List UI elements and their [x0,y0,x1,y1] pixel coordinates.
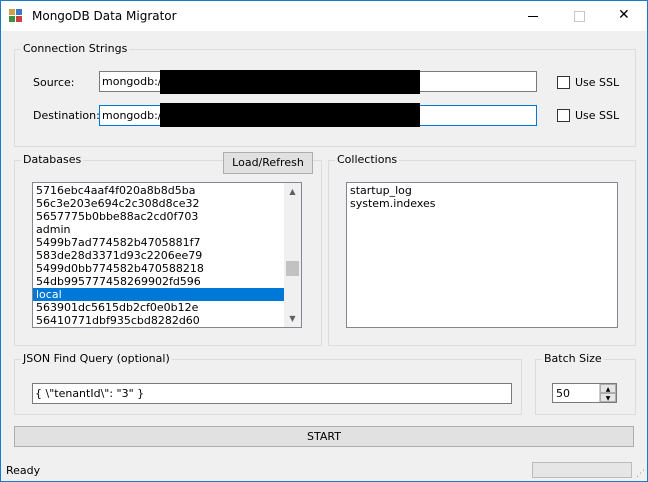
json-query-label: JSON Find Query (optional) [21,352,172,365]
batch-size-spinner[interactable]: ▲ ▼ [599,384,616,402]
start-button[interactable]: START [14,426,634,447]
batch-size-input[interactable]: 50 ▲ ▼ [552,383,617,403]
database-list-item[interactable]: 56410771dbf935cbd8282d60 [33,314,285,327]
collections-label: Collections [335,153,400,166]
database-list-item[interactable]: admin [33,223,285,236]
batch-size-label: Batch Size [542,352,604,365]
source-use-ssl-checkbox[interactable] [557,76,570,89]
title-bar[interactable]: MongoDB Data Migrator ✕ [1,1,647,31]
database-list-item[interactable]: 56c3e203e694c2c308d8ce32 [33,197,285,210]
databases-label: Databases [21,153,84,166]
status-text: Ready [6,464,41,477]
databases-scrollbar[interactable]: ▲ ▼ [284,183,301,327]
scroll-up-icon[interactable]: ▲ [284,183,301,200]
destination-use-ssl-checkbox[interactable] [557,109,570,122]
app-icon [9,9,23,23]
database-list-item[interactable]: 583de28d3371d93c2206ee79 [33,249,285,262]
database-list-item[interactable]: 563901dc5615db2cf0e0b12e [33,301,285,314]
window-title: MongoDB Data Migrator [32,9,177,23]
close-button[interactable]: ✕ [601,1,647,31]
source-use-ssl-label: Use SSL [575,76,620,89]
connection-strings-group: Connection Strings [14,42,636,147]
minimize-button[interactable] [510,1,556,31]
scroll-thumb[interactable] [286,261,299,276]
database-list-item[interactable]: 5657775b0bbe88ac2cd0f703 [33,210,285,223]
minimize-icon [528,16,538,17]
json-query-value: { \"tenantId\": "3" } [35,387,145,400]
database-list-item[interactable]: 54db995777458269902fd596 [33,275,285,288]
maximize-icon [574,11,585,22]
spin-up-icon[interactable]: ▲ [600,384,616,393]
connection-strings-label: Connection Strings [21,42,130,55]
database-list-item[interactable]: 5499b7ad774582b4705881f7 [33,236,285,249]
collection-list-item[interactable]: system.indexes [347,197,617,210]
main-window: MongoDB Data Migrator ✕ Connection Strin… [0,0,648,482]
databases-list: 5716ebc4aaf4f020a8b8d5ba 56c3e203e694c2c3… [33,183,285,327]
collection-list-item[interactable]: startup_log [347,184,617,197]
database-list-item[interactable]: 5716ebc4aaf4f020a8b8d5ba [33,184,285,197]
resize-grip-icon[interactable]: ⋰ [636,469,645,479]
close-icon: ✕ [618,7,630,23]
spin-down-icon[interactable]: ▼ [600,393,616,402]
source-value: mongodb:// [102,75,166,88]
json-query-input[interactable]: { \"tenantId\": "3" } [32,383,512,404]
destination-redaction [160,103,420,127]
scroll-down-icon[interactable]: ▼ [284,310,301,327]
maximize-button[interactable] [556,1,602,31]
collections-listbox[interactable]: startup_log system.indexes [346,182,618,328]
batch-size-value: 50 [556,387,570,400]
destination-value: mongodb:// [102,109,166,122]
source-redaction [160,70,420,94]
source-label: Source: [33,76,75,89]
progress-bar [532,462,632,478]
load-refresh-button[interactable]: Load/Refresh [223,152,313,174]
database-list-item[interactable]: local [33,288,285,301]
collections-list: startup_log system.indexes [347,183,617,210]
destination-use-ssl-label: Use SSL [575,109,620,122]
databases-listbox[interactable]: 5716ebc4aaf4f020a8b8d5ba 56c3e203e694c2c3… [32,182,302,328]
database-list-item[interactable]: 5499d0bb774582b470588218 [33,262,285,275]
destination-label: Destination: [33,109,100,122]
